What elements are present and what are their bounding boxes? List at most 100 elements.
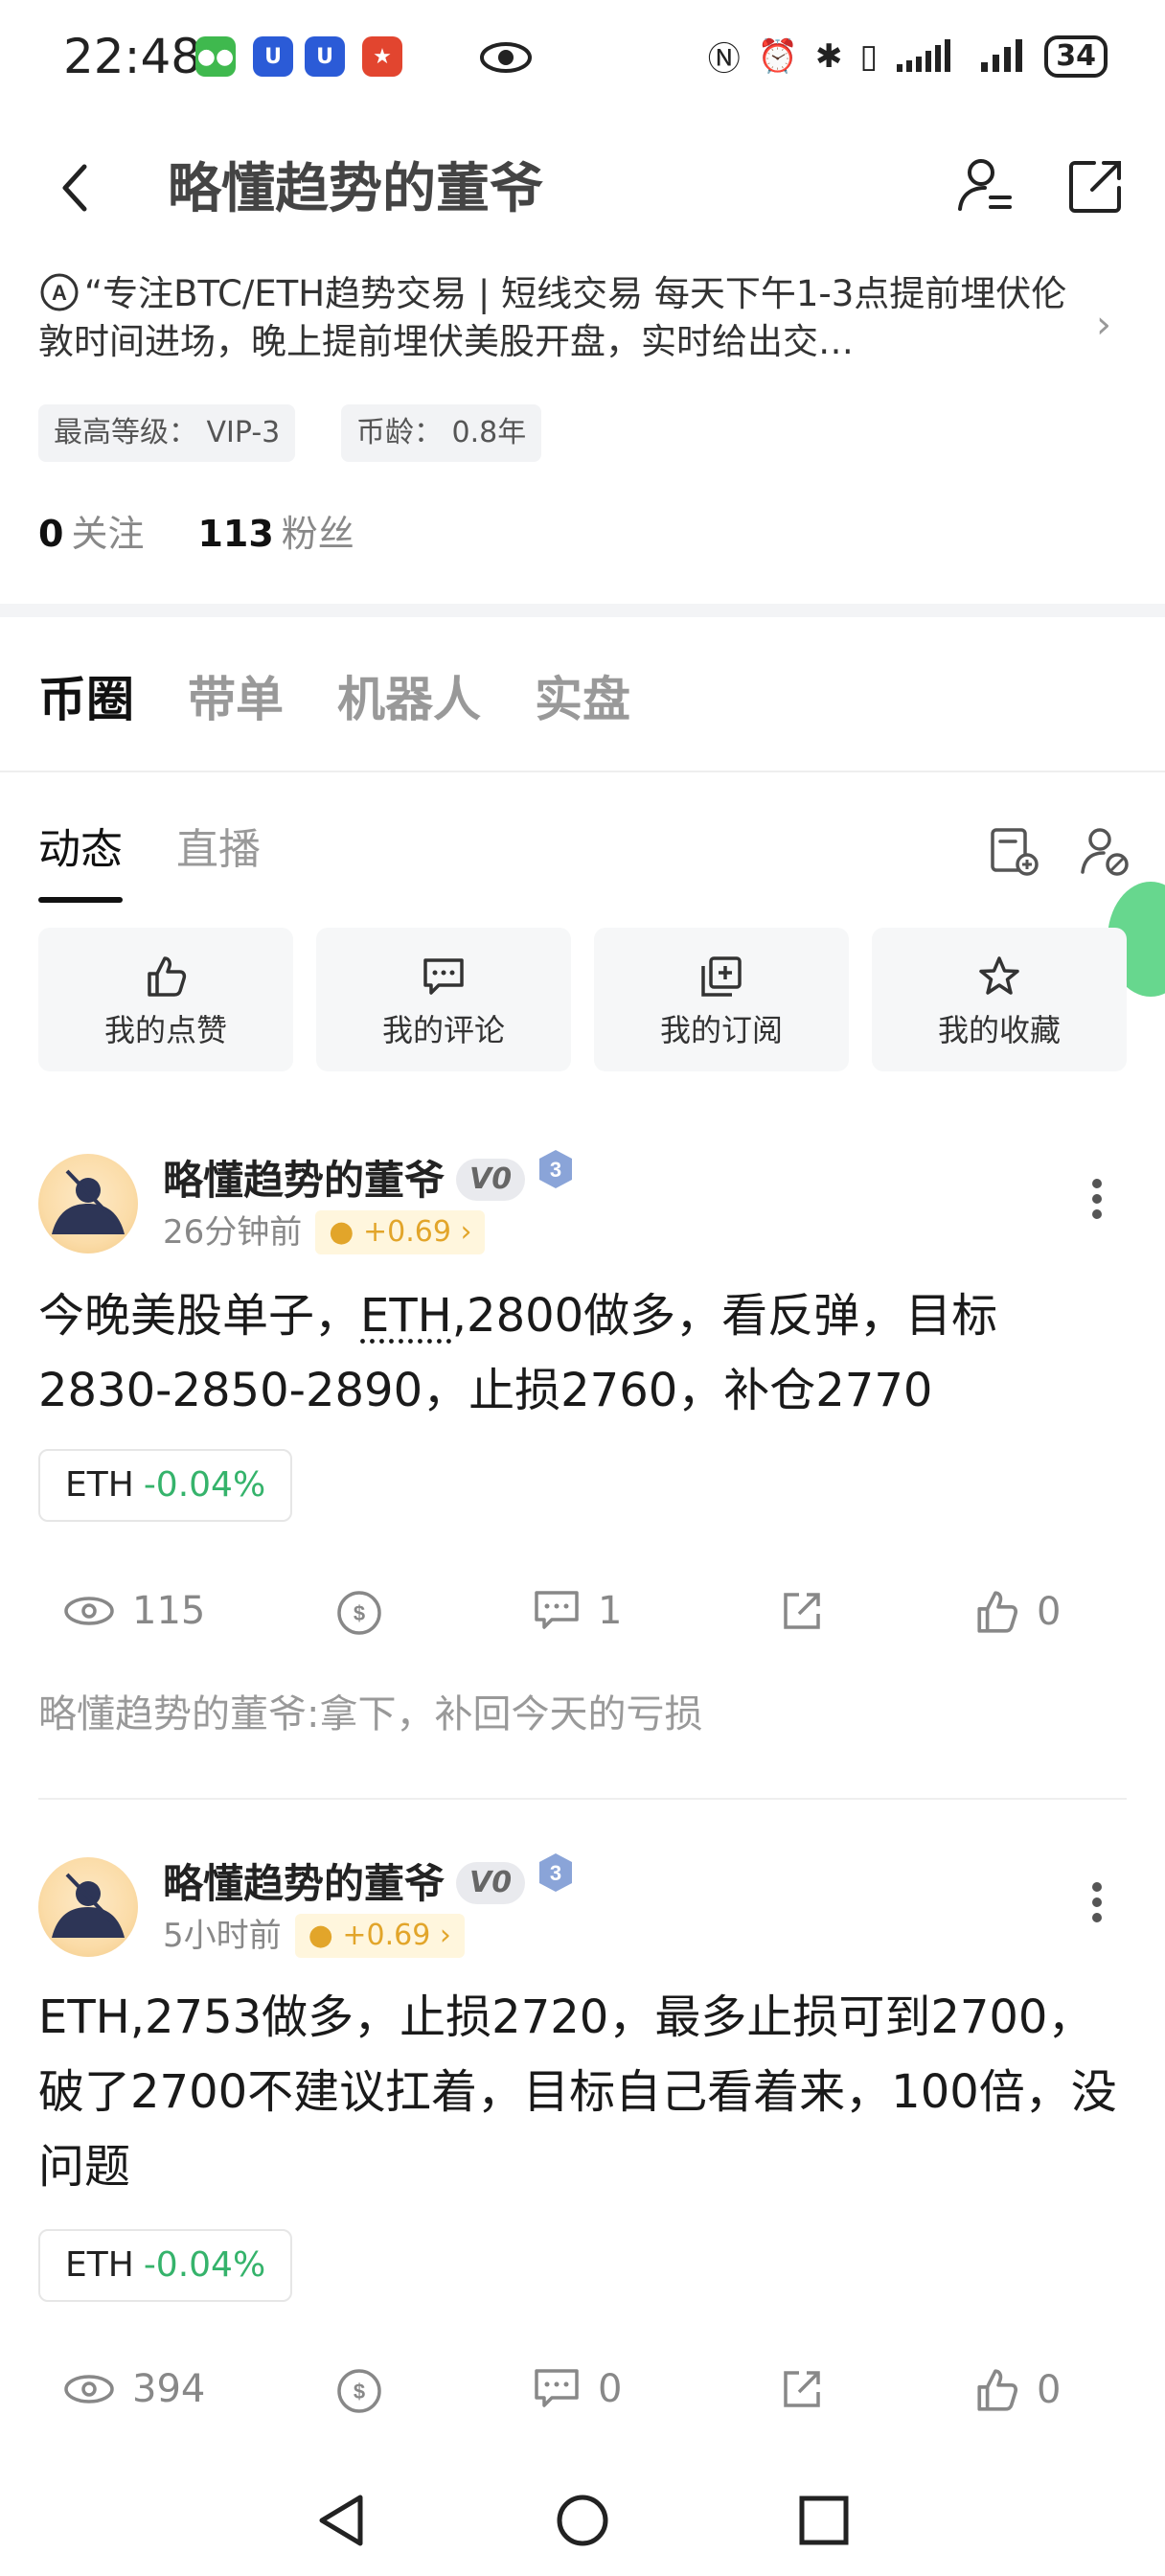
tip-button[interactable]: $ xyxy=(335,2367,383,2415)
page-title: 略懂趋势的董爷 xyxy=(168,158,543,220)
post-content[interactable]: 今晚美股单子，ETH,2800做多，看反弹，目标2830-2850-2890，止… xyxy=(38,1278,1131,1428)
followers-stat[interactable]: 113 粉丝 xyxy=(197,513,354,555)
tab-feed[interactable]: 动态 xyxy=(38,815,123,903)
tab-live[interactable]: 直播 xyxy=(176,815,261,876)
subscribe-icon xyxy=(701,956,742,997)
like-button[interactable]: 0 xyxy=(973,1589,1061,1635)
my-likes-button[interactable]: 我的点赞 xyxy=(38,928,293,1071)
views-stat: 115 xyxy=(63,1589,205,1633)
avatar[interactable] xyxy=(38,1154,138,1254)
comments-count: 1 xyxy=(598,1589,623,1633)
main-tabs: 币圈 带单 机器人 实盘 xyxy=(38,661,630,730)
my-comments-button[interactable]: 我的评论 xyxy=(316,928,571,1071)
eye-icon xyxy=(480,42,532,73)
post-actions: 394 $ 0 0 xyxy=(0,2367,1165,2425)
thumbs-up-icon xyxy=(977,2369,1018,2411)
create-post-icon[interactable] xyxy=(987,824,1040,878)
status-indicators: Ⓝ ⏰ ✱ ▯ 34 xyxy=(708,33,1108,80)
system-nav-bar xyxy=(0,2472,1165,2576)
more-options-icon[interactable] xyxy=(1092,1173,1104,1225)
section-divider xyxy=(0,604,1165,617)
coin-icon: ● xyxy=(329,1215,354,1249)
nav-recents-icon[interactable] xyxy=(797,2494,851,2547)
level-number: 3 xyxy=(550,1158,561,1182)
following-label: 关注 xyxy=(71,513,145,555)
post-content[interactable]: ETH,2753做多，止损2720，最多止损可到2700，破了2700不建议扛着… xyxy=(38,1980,1131,2204)
user-manage-icon[interactable] xyxy=(1077,824,1131,878)
likes-count: 0 xyxy=(1037,1590,1062,1634)
eye-icon xyxy=(64,2375,114,2404)
user-settings-icon[interactable] xyxy=(954,155,1016,217)
tab-bots[interactable]: 机器人 xyxy=(337,661,481,730)
tab-live-account[interactable]: 实盘 xyxy=(535,661,630,730)
coin-amount: +0.69 xyxy=(342,1919,431,1952)
comment-preview[interactable]: 略懂趋势的董爷:拿下，补回今天的亏损 xyxy=(38,1683,702,1738)
views-count: 115 xyxy=(132,1589,206,1633)
author-name[interactable]: 略懂趋势的董爷 V0 3 xyxy=(163,1148,575,1207)
avatar-image xyxy=(52,1169,125,1234)
level-number: 3 xyxy=(550,1861,561,1885)
divider xyxy=(0,770,1165,772)
back-arrow-icon[interactable] xyxy=(48,159,105,217)
signal-icon xyxy=(897,38,951,72)
following-count: 0 xyxy=(38,513,64,555)
status-bar: 22:48 ●● U U ★ Ⓝ ⏰ ✱ ▯ 34 xyxy=(0,0,1165,115)
tab-copy-trading[interactable]: 带单 xyxy=(188,661,284,730)
coin-icon: ● xyxy=(308,1919,333,1952)
eth-link[interactable]: ETH xyxy=(360,1289,452,1343)
author-name[interactable]: 略懂趋势的董爷 V0 3 xyxy=(163,1852,575,1910)
like-button[interactable]: 0 xyxy=(973,2367,1061,2413)
author-name-text: 略懂趋势的董爷 xyxy=(163,1157,445,1204)
nfc-icon: Ⓝ xyxy=(707,40,741,79)
coin-change: -0.04% xyxy=(143,1465,266,1505)
coin-reward-badge[interactable]: ● +0.69 › xyxy=(315,1210,486,1254)
chevron-right-icon[interactable]: › xyxy=(1096,303,1111,347)
post-actions: 115 $ 1 0 xyxy=(0,1589,1165,1646)
coin-tag[interactable]: ETH -0.04% xyxy=(38,1449,293,1522)
share-button[interactable] xyxy=(780,1589,824,1633)
my-subscriptions-button[interactable]: 我的订阅 xyxy=(594,928,849,1071)
tab-coin-circle[interactable]: 币圈 xyxy=(38,661,134,730)
following-stat[interactable]: 0 关注 xyxy=(38,513,144,555)
ai-summary-icon: A xyxy=(40,273,79,311)
quick-action-label: 我的收藏 xyxy=(937,1012,1061,1048)
followers-label: 粉丝 xyxy=(281,513,354,555)
avatar[interactable] xyxy=(38,1857,138,1957)
alarm-icon: ⏰ xyxy=(757,36,799,76)
coin-age-tag: 币龄： 0.8年 xyxy=(341,404,542,462)
eye-icon xyxy=(64,1597,114,1625)
tip-coin-icon: $ xyxy=(337,1591,381,1635)
views-stat: 394 xyxy=(63,2367,205,2411)
sub-tabs: 动态 直播 xyxy=(38,815,261,903)
tip-button[interactable]: $ xyxy=(335,1589,383,1637)
share-icon[interactable] xyxy=(1065,155,1127,217)
coin-tag[interactable]: ETH -0.04% xyxy=(38,2229,293,2302)
app-notification-icon: U xyxy=(305,36,345,77)
coin-reward-badge[interactable]: ● +0.69 › xyxy=(294,1914,465,1958)
more-options-icon[interactable] xyxy=(1092,1876,1104,1928)
share-button[interactable] xyxy=(780,2367,824,2411)
quick-action-label: 我的点赞 xyxy=(103,1012,227,1048)
nav-home-icon[interactable] xyxy=(554,2492,611,2549)
my-favorites-button[interactable]: 我的收藏 xyxy=(872,928,1127,1071)
coin-change: -0.04% xyxy=(143,2245,266,2285)
post-text: 今晚美股单子， xyxy=(38,1289,361,1343)
svg-text:A: A xyxy=(52,281,67,305)
comment-icon xyxy=(535,1591,579,1629)
app-header: 略懂趋势的董爷 xyxy=(0,134,1165,240)
vip-badge: V0 xyxy=(456,1159,526,1201)
post-divider xyxy=(38,1798,1127,1800)
star-icon xyxy=(979,956,1019,995)
signal-icon-2 xyxy=(981,38,1023,72)
profile-bio[interactable]: A “专注BTC/ETH趋势交易 | 短线交易 每天下午1-3点提前埋伏伦敦时间… xyxy=(38,270,1073,366)
vibrate-icon: ▯ xyxy=(859,36,879,76)
level-badge-icon: 3 xyxy=(539,1853,573,1892)
comment-button[interactable]: 0 xyxy=(533,2367,622,2411)
post-meta: 5小时前 ● +0.69 › xyxy=(163,1909,465,1958)
svg-text:$: $ xyxy=(354,2380,365,2404)
comment-button[interactable]: 1 xyxy=(533,1589,622,1633)
nav-back-icon[interactable] xyxy=(314,2492,368,2549)
share-icon xyxy=(784,1593,820,1629)
battery-indicator: 34 xyxy=(1044,34,1108,78)
quick-action-label: 我的订阅 xyxy=(659,1012,783,1048)
